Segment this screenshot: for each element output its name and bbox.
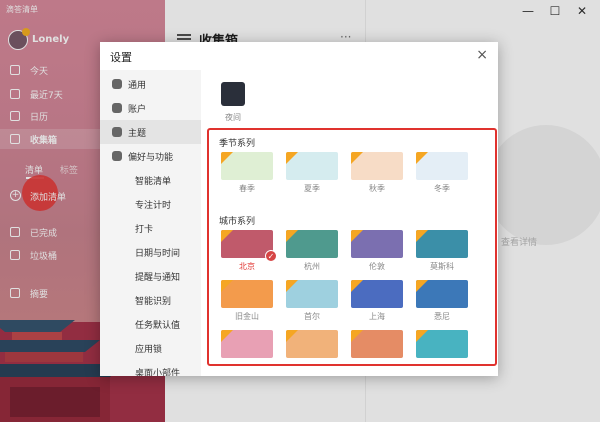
- cities-theme-label: 莫斯科: [430, 262, 454, 271]
- crown-badge-icon: [351, 230, 363, 242]
- crown-badge-icon: [286, 230, 298, 242]
- city-series-title: 城市系列: [219, 217, 256, 227]
- cities-theme-label: 北京: [239, 262, 255, 271]
- close-icon[interactable]: ×: [476, 47, 488, 63]
- settings-item-general[interactable]: 通用: [100, 72, 201, 96]
- settings-item-theme[interactable]: 主题: [100, 120, 201, 144]
- settings-item-label: 任务默认值: [135, 321, 181, 331]
- settings-item-smart-recognition[interactable]: 智能识别: [100, 288, 201, 312]
- settings-item-preferences[interactable]: 偏好与功能: [100, 144, 201, 168]
- crown-badge-icon: [221, 152, 233, 164]
- crown-badge-icon: [286, 330, 298, 342]
- crown-badge-icon: [416, 280, 428, 292]
- theme-highlight-frame: 季节系列 春季 夏季 秋季 冬季 城市系列 ✓ 北京 杭州 伦敦 莫斯科 旧金山 首尔 上海 悉尼: [207, 128, 497, 366]
- settings-item-label: 提醒与通知: [135, 273, 181, 283]
- settings-item-label: 账户: [128, 105, 147, 115]
- settings-item-label: 打卡: [135, 225, 154, 235]
- crown-badge-icon: [351, 152, 363, 164]
- user-icon: [112, 103, 122, 113]
- cities-theme-label: 旧金山: [235, 312, 259, 321]
- cities-theme-label: 首尔: [304, 312, 320, 321]
- cities-theme-thumb[interactable]: [351, 230, 403, 258]
- settings-item-label: 日期与时间: [135, 249, 181, 259]
- settings-item-label: 通用: [128, 81, 147, 91]
- seasons-theme-label: 冬季: [434, 184, 450, 193]
- cities-theme-thumb[interactable]: [221, 330, 273, 358]
- cities-theme-label: 上海: [369, 312, 385, 321]
- theme-night-thumb[interactable]: [221, 82, 245, 106]
- settings-item-smart-lists[interactable]: 智能清单: [100, 168, 201, 192]
- crown-badge-icon: [416, 330, 428, 342]
- settings-item-app-lock[interactable]: 应用锁: [100, 336, 201, 360]
- settings-item-focus-timer[interactable]: 专注计时: [100, 192, 201, 216]
- crown-badge-icon: [351, 330, 363, 342]
- hexagon-icon: [112, 79, 122, 89]
- cities-theme-thumb[interactable]: [416, 330, 468, 358]
- dialog-title: 设置: [110, 51, 132, 64]
- seasons-theme-thumb[interactable]: [351, 152, 403, 180]
- cities-theme-thumb[interactable]: [286, 230, 338, 258]
- cities-theme-thumb[interactable]: [286, 280, 338, 308]
- season-series-title: 季节系列: [219, 139, 256, 149]
- settings-item-label: 主题: [128, 129, 147, 139]
- theme-night-label: 夜间: [225, 113, 241, 122]
- cities-theme-thumb[interactable]: [286, 330, 338, 358]
- settings-item-label: 专注计时: [135, 201, 172, 211]
- crown-badge-icon: [286, 152, 298, 164]
- settings-item-label: 桌面小部件: [135, 369, 181, 376]
- seasons-theme-label: 夏季: [304, 184, 320, 193]
- crown-badge-icon: [416, 152, 428, 164]
- settings-item-label: 智能清单: [135, 177, 172, 187]
- settings-item-task-defaults[interactable]: 任务默认值: [100, 312, 201, 336]
- crown-badge-icon: [221, 330, 233, 342]
- seasons-theme-label: 秋季: [369, 184, 385, 193]
- settings-item-widgets[interactable]: 桌面小部件: [100, 360, 201, 376]
- seasons-theme-thumb[interactable]: [416, 152, 468, 180]
- cities-theme-thumb[interactable]: [221, 280, 273, 308]
- seasons-theme-thumb[interactable]: [286, 152, 338, 180]
- settings-nav: 通用 账户 主题 偏好与功能 智能清单 专注计时 打卡 日期与时间 提醒与通知 …: [100, 70, 201, 376]
- seasons-theme-thumb[interactable]: [221, 152, 273, 180]
- crown-badge-icon: [221, 230, 233, 242]
- cities-theme-label: 悉尼: [434, 312, 450, 321]
- seasons-theme-label: 春季: [239, 184, 255, 193]
- dialog-header: 设置 ×: [100, 42, 498, 70]
- crown-badge-icon: [351, 280, 363, 292]
- cities-theme-thumb[interactable]: [351, 330, 403, 358]
- settings-item-habit[interactable]: 打卡: [100, 216, 201, 240]
- cities-theme-label: 伦敦: [369, 262, 385, 271]
- settings-item-label: 智能识别: [135, 297, 172, 307]
- settings-item-reminders[interactable]: 提醒与通知: [100, 264, 201, 288]
- cities-theme-thumb[interactable]: [416, 280, 468, 308]
- settings-dialog: 设置 × 通用 账户 主题 偏好与功能 智能清单 专注计时 打卡 日期与时间 提…: [100, 42, 498, 376]
- crown-badge-icon: [416, 230, 428, 242]
- cities-theme-label: 杭州: [304, 262, 320, 271]
- app-window: Lonely 今天 最近7天 日历 收集箱 清单 标签 + 添加清单 已完成 垃…: [0, 0, 600, 422]
- theme-settings: 夜间 季节系列 春季 夏季 秋季 冬季 城市系列 ✓ 北京 杭州 伦敦 莫斯科 旧金山 首尔 上海悉…: [201, 70, 498, 376]
- grid-icon: [112, 151, 122, 161]
- settings-item-date-time[interactable]: 日期与时间: [100, 240, 201, 264]
- settings-item-label: 偏好与功能: [128, 153, 174, 163]
- cities-theme-thumb[interactable]: [351, 280, 403, 308]
- crown-badge-icon: [286, 280, 298, 292]
- settings-item-label: 应用锁: [135, 345, 163, 355]
- crown-badge-icon: [221, 280, 233, 292]
- cities-theme-thumb[interactable]: [416, 230, 468, 258]
- palette-icon: [112, 127, 122, 137]
- settings-item-account[interactable]: 账户: [100, 96, 201, 120]
